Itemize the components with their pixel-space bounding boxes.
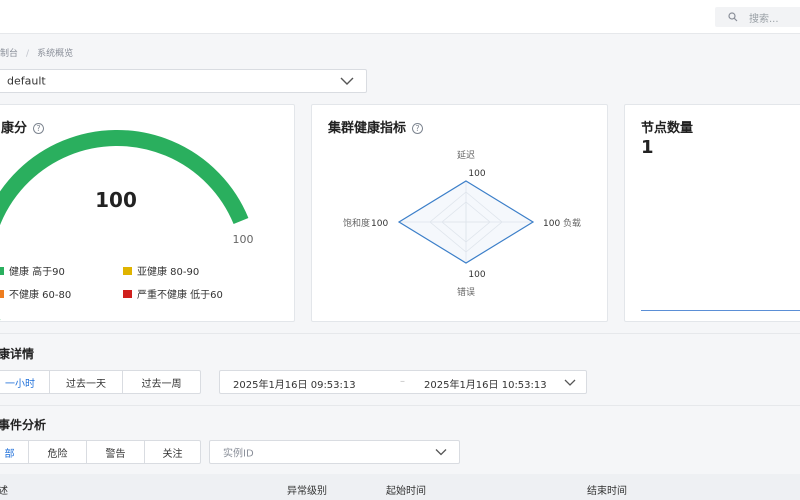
search-icon [728,12,738,22]
top-bar: 搜索... [0,0,800,34]
column-start-time[interactable]: 起始时间 [386,482,426,497]
namespace-select-value: default [7,74,46,88]
breadcrumb-separator: / [26,49,30,59]
events-table-header: 述 异常级别 起始时间 结束时间 [0,474,800,500]
legend-healthy: 健康 高于90 [0,263,65,278]
column-severity[interactable]: 异常级别 [287,482,327,497]
event-analysis-title: 事件分析 [0,418,47,432]
radar-axis-right-name: 负载 [563,217,581,229]
instance-id-select[interactable]: 实例ID [209,440,460,464]
legend-swatch-healthy [0,267,4,275]
legend-critical: 严重不健康 低于60 [123,286,223,301]
range-start: 2025年1月16日 09:53:13 [233,380,356,391]
chevron-down-icon [435,449,447,456]
search-placeholder: 搜索... [749,14,779,25]
time-button-hour[interactable]: 一小时 [0,371,49,393]
legend-unhealthy: 不健康 60-80 [0,286,71,301]
health-detail-title: 康详情 [0,347,35,361]
instance-id-placeholder: 实例ID [223,448,254,460]
health-score-card: 康分? 100 100 健康 高于90 亚健康 80-90 不健康 60-80 … [0,104,295,322]
range-separator: – [400,376,405,387]
radar-polygon [397,180,535,264]
time-button-day[interactable]: 过去一天 [49,371,122,393]
chevron-down-icon [564,379,576,386]
legend-swatch-unhealthy [0,290,4,298]
column-description[interactable]: 述 [0,482,8,497]
filter-button-all[interactable]: 部 [0,441,28,463]
node-count-trend-line [641,310,800,311]
radar-chart: 延迟 100 100 负载 饱和度 100 100 错误 [343,149,581,298]
radar-axis-bottom-value: 100 [468,270,485,280]
namespace-select[interactable]: default [0,69,367,93]
time-range-buttons: 一小时 过去一天 过去一周 [0,370,201,394]
legend-subhealthy: 亚健康 80-90 [123,263,199,278]
filter-button-warning[interactable]: 警告 [86,441,144,463]
radar-axis-bottom-name: 错误 [457,286,475,298]
breadcrumb-current: 系统概览 [37,49,74,59]
filter-button-danger[interactable]: 危险 [28,441,86,463]
search-box[interactable]: 搜索... [715,7,800,27]
node-count-value: 1 [641,137,654,158]
node-count-title: 节点数量 [641,121,694,136]
breadcrumb-root[interactable]: 制台 [0,49,18,59]
legend-swatch-critical [123,290,132,298]
radar-axis-left-name: 饱和度 [343,217,370,229]
filter-button-notice[interactable]: 关注 [144,441,200,463]
cluster-health-card: 集群健康指标? 延迟 100 100 负载 饱和度 100 100 错误 [311,104,608,322]
section-divider [0,333,800,334]
breadcrumb: 制台 / 系统概览 [0,46,73,59]
gauge-max-label: 100 [233,233,254,246]
node-count-card: 节点数量 1 [624,104,800,322]
legend-swatch-subhealthy [123,267,132,275]
column-end-time[interactable]: 结束时间 [587,482,627,497]
radar-axis-left-value: 100 [371,219,388,229]
range-end: 2025年1月16日 10:53:13 [424,380,547,391]
severity-filter-buttons: 部 危险 警告 关注 [0,440,201,464]
section-divider [0,405,800,406]
time-button-week[interactable]: 过去一周 [122,371,200,393]
radar-axis-right-value: 100 [543,219,560,229]
date-range-picker[interactable]: 2025年1月16日 09:53:13 – 2025年1月16日 10:53:1… [219,370,587,394]
radar-axis-top-value: 100 [468,169,485,179]
health-score-value: 100 [95,188,137,212]
radar-axis-top-name: 延迟 [457,149,475,161]
chevron-down-icon [340,77,354,85]
